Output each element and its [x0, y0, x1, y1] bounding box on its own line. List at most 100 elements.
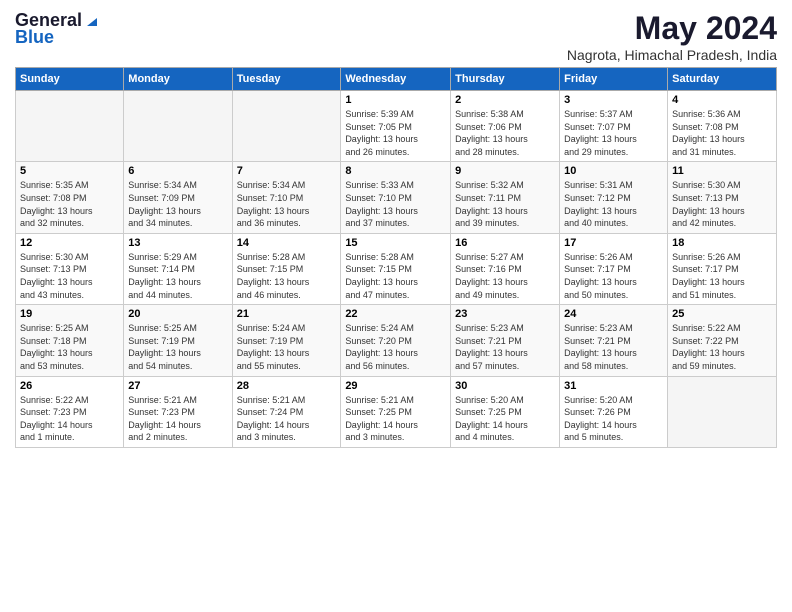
day-info: Sunrise: 5:30 AM Sunset: 7:13 PM Dayligh…: [672, 179, 772, 229]
day-number: 15: [345, 237, 446, 249]
day-info: Sunrise: 5:23 AM Sunset: 7:21 PM Dayligh…: [564, 322, 663, 372]
day-number: 4: [672, 94, 772, 106]
day-info: Sunrise: 5:31 AM Sunset: 7:12 PM Dayligh…: [564, 179, 663, 229]
day-info: Sunrise: 5:34 AM Sunset: 7:10 PM Dayligh…: [237, 179, 337, 229]
day-number: 25: [672, 308, 772, 320]
table-row: 3 Sunrise: 5:37 AM Sunset: 7:07 PM Daylig…: [560, 91, 668, 162]
logo: General Blue: [15, 10, 99, 48]
table-row: [16, 91, 124, 162]
header-saturday: Saturday: [668, 68, 777, 91]
page: General Blue May 2024 Nagrota, Himachal …: [0, 0, 792, 612]
table-row: 28 Sunrise: 5:21 AM Sunset: 7:24 PM Dayli…: [232, 376, 341, 447]
day-info: Sunrise: 5:26 AM Sunset: 7:17 PM Dayligh…: [672, 251, 772, 301]
day-number: 17: [564, 237, 663, 249]
table-row: 14Sunrise: 5:28 AM Sunset: 7:15 PM Dayli…: [232, 233, 341, 304]
day-info: Sunrise: 5:35 AM Sunset: 7:08 PM Dayligh…: [20, 179, 119, 229]
calendar-week-1: 1 Sunrise: 5:39 AM Sunset: 7:05 PM Daylig…: [16, 91, 777, 162]
table-row: 26 Sunrise: 5:22 AM Sunset: 7:23 PM Dayli…: [16, 376, 124, 447]
table-row: [668, 376, 777, 447]
main-title: May 2024: [567, 10, 777, 47]
day-number: 11: [672, 165, 772, 177]
day-info: Sunrise: 5:39 AM Sunset: 7:05 PM Dayligh…: [345, 108, 446, 158]
calendar-header-row: Sunday Monday Tuesday Wednesday Thursday…: [16, 68, 777, 91]
header-friday: Friday: [560, 68, 668, 91]
table-row: 30 Sunrise: 5:20 AM Sunset: 7:25 PM Dayli…: [451, 376, 560, 447]
day-number: 12: [20, 237, 119, 249]
day-info: Sunrise: 5:21 AM Sunset: 7:24 PM Dayligh…: [237, 394, 337, 444]
table-row: 24 Sunrise: 5:23 AM Sunset: 7:21 PM Dayli…: [560, 305, 668, 376]
day-info: Sunrise: 5:23 AM Sunset: 7:21 PM Dayligh…: [455, 322, 555, 372]
subtitle: Nagrota, Himachal Pradesh, India: [567, 47, 777, 63]
table-row: 12 Sunrise: 5:30 AM Sunset: 7:13 PM Dayli…: [16, 233, 124, 304]
day-number: 3: [564, 94, 663, 106]
calendar-week-5: 26 Sunrise: 5:22 AM Sunset: 7:23 PM Dayli…: [16, 376, 777, 447]
table-row: 6 Sunrise: 5:34 AM Sunset: 7:09 PM Daylig…: [124, 162, 232, 233]
header-sunday: Sunday: [16, 68, 124, 91]
header-thursday: Thursday: [451, 68, 560, 91]
day-number: 14: [237, 237, 337, 249]
day-number: 1: [345, 94, 446, 106]
table-row: 27 Sunrise: 5:21 AM Sunset: 7:23 PM Dayli…: [124, 376, 232, 447]
table-row: 9 Sunrise: 5:32 AM Sunset: 7:11 PM Daylig…: [451, 162, 560, 233]
calendar-week-3: 12 Sunrise: 5:30 AM Sunset: 7:13 PM Dayli…: [16, 233, 777, 304]
day-info: Sunrise: 5:32 AM Sunset: 7:11 PM Dayligh…: [455, 179, 555, 229]
day-number: 26: [20, 380, 119, 392]
day-info: Sunrise: 5:21 AM Sunset: 7:23 PM Dayligh…: [128, 394, 227, 444]
day-info: Sunrise: 5:20 AM Sunset: 7:25 PM Dayligh…: [455, 394, 555, 444]
day-number: 6: [128, 165, 227, 177]
table-row: 19Sunrise: 5:25 AM Sunset: 7:18 PM Dayli…: [16, 305, 124, 376]
table-row: 21Sunrise: 5:24 AM Sunset: 7:19 PM Dayli…: [232, 305, 341, 376]
day-info: Sunrise: 5:28 AM Sunset: 7:15 PM Dayligh…: [345, 251, 446, 301]
table-row: 17 Sunrise: 5:26 AM Sunset: 7:17 PM Dayli…: [560, 233, 668, 304]
day-info: Sunrise: 5:30 AM Sunset: 7:13 PM Dayligh…: [20, 251, 119, 301]
header-monday: Monday: [124, 68, 232, 91]
table-row: 15 Sunrise: 5:28 AM Sunset: 7:15 PM Dayli…: [341, 233, 451, 304]
day-info: Sunrise: 5:27 AM Sunset: 7:16 PM Dayligh…: [455, 251, 555, 301]
day-number: 28: [237, 380, 337, 392]
day-number: 29: [345, 380, 446, 392]
day-number: 10: [564, 165, 663, 177]
day-number: 23: [455, 308, 555, 320]
day-info: Sunrise: 5:37 AM Sunset: 7:07 PM Dayligh…: [564, 108, 663, 158]
day-number: 13: [128, 237, 227, 249]
header-tuesday: Tuesday: [232, 68, 341, 91]
table-row: [124, 91, 232, 162]
day-info: Sunrise: 5:25 AM Sunset: 7:19 PM Dayligh…: [128, 322, 227, 372]
table-row: 23 Sunrise: 5:23 AM Sunset: 7:21 PM Dayli…: [451, 305, 560, 376]
day-info: Sunrise: 5:26 AM Sunset: 7:17 PM Dayligh…: [564, 251, 663, 301]
table-row: 31Sunrise: 5:20 AM Sunset: 7:26 PM Dayli…: [560, 376, 668, 447]
day-info: Sunrise: 5:21 AM Sunset: 7:25 PM Dayligh…: [345, 394, 446, 444]
day-number: 27: [128, 380, 227, 392]
table-row: 10 Sunrise: 5:31 AM Sunset: 7:12 PM Dayli…: [560, 162, 668, 233]
table-row: 5 Sunrise: 5:35 AM Sunset: 7:08 PM Daylig…: [16, 162, 124, 233]
day-number: 9: [455, 165, 555, 177]
day-info: Sunrise: 5:36 AM Sunset: 7:08 PM Dayligh…: [672, 108, 772, 158]
table-row: [232, 91, 341, 162]
day-number: 5: [20, 165, 119, 177]
day-info: Sunrise: 5:38 AM Sunset: 7:06 PM Dayligh…: [455, 108, 555, 158]
table-row: 22Sunrise: 5:24 AM Sunset: 7:20 PM Dayli…: [341, 305, 451, 376]
table-row: 1 Sunrise: 5:39 AM Sunset: 7:05 PM Daylig…: [341, 91, 451, 162]
header-wednesday: Wednesday: [341, 68, 451, 91]
table-row: 8Sunrise: 5:33 AM Sunset: 7:10 PM Daylig…: [341, 162, 451, 233]
day-number: 2: [455, 94, 555, 106]
header: General Blue May 2024 Nagrota, Himachal …: [15, 10, 777, 63]
calendar-week-4: 19Sunrise: 5:25 AM Sunset: 7:18 PM Dayli…: [16, 305, 777, 376]
day-info: Sunrise: 5:29 AM Sunset: 7:14 PM Dayligh…: [128, 251, 227, 301]
table-row: 4 Sunrise: 5:36 AM Sunset: 7:08 PM Daylig…: [668, 91, 777, 162]
day-number: 16: [455, 237, 555, 249]
table-row: 20 Sunrise: 5:25 AM Sunset: 7:19 PM Dayli…: [124, 305, 232, 376]
day-number: 8: [345, 165, 446, 177]
day-info: Sunrise: 5:34 AM Sunset: 7:09 PM Dayligh…: [128, 179, 227, 229]
day-number: 21: [237, 308, 337, 320]
day-number: 24: [564, 308, 663, 320]
day-number: 31: [564, 380, 663, 392]
day-number: 20: [128, 308, 227, 320]
calendar-table: Sunday Monday Tuesday Wednesday Thursday…: [15, 67, 777, 448]
day-info: Sunrise: 5:22 AM Sunset: 7:23 PM Dayligh…: [20, 394, 119, 444]
table-row: 16 Sunrise: 5:27 AM Sunset: 7:16 PM Dayli…: [451, 233, 560, 304]
day-info: Sunrise: 5:22 AM Sunset: 7:22 PM Dayligh…: [672, 322, 772, 372]
calendar-week-2: 5 Sunrise: 5:35 AM Sunset: 7:08 PM Daylig…: [16, 162, 777, 233]
day-number: 30: [455, 380, 555, 392]
table-row: 25 Sunrise: 5:22 AM Sunset: 7:22 PM Dayli…: [668, 305, 777, 376]
